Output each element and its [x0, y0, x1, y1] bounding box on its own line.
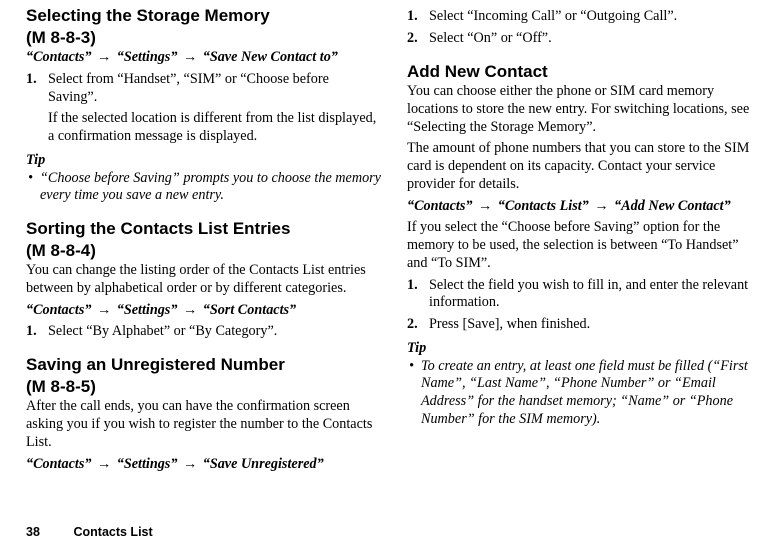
sorting-breadcrumb: “Contacts” → “Settings” → “Sort Contacts…: [26, 302, 381, 320]
step-text: Select the field you wish to fill in, an…: [429, 277, 748, 311]
list-item: “Choose before Saving” prompts you to ch…: [40, 170, 381, 206]
arrow-icon: →: [181, 302, 199, 318]
step-text: Press [Save], when finished.: [429, 316, 590, 332]
breadcrumb-part: “Sort Contacts”: [203, 302, 296, 318]
storage-step1-subtext: If the selected location is different fr…: [48, 110, 381, 146]
sorting-steps: 1. Select “By Alphabet” or “By Category”…: [26, 323, 381, 341]
left-column: Selecting the Storage Memory (M 8-8-3) “…: [26, 6, 381, 477]
addnew-title: Add New Contact: [407, 62, 762, 82]
list-item: 1. Select “By Alphabet” or “By Category”…: [48, 323, 381, 341]
addnew-tip-label: Tip: [407, 340, 762, 358]
page-number: 38: [26, 525, 70, 539]
breadcrumb-part: “Contacts”: [26, 49, 91, 65]
breadcrumb-part: “Settings”: [117, 49, 178, 65]
breadcrumb-part: “Settings”: [117, 456, 178, 472]
breadcrumb-part: “Save Unregistered”: [203, 456, 324, 472]
breadcrumb-part: “Add New Contact”: [614, 198, 731, 214]
footer-section: Contacts List: [73, 525, 152, 539]
arrow-icon: →: [181, 49, 199, 65]
sorting-title: Sorting the Contacts List Entries: [26, 219, 381, 239]
saving-title: Saving an Unregistered Number: [26, 355, 381, 375]
list-item: 1. Select from “Handset”, “SIM” or “Choo…: [48, 71, 381, 107]
breadcrumb-part: “Save New Contact to”: [203, 49, 338, 65]
sorting-mcode: (M 8-8-4): [26, 241, 381, 261]
arrow-icon: →: [95, 302, 113, 318]
step-number: 1.: [26, 323, 37, 341]
list-item: 1. Select the field you wish to fill in,…: [429, 277, 762, 313]
storage-tip-label: Tip: [26, 152, 381, 170]
storage-title: Selecting the Storage Memory: [26, 6, 381, 26]
storage-tip-list: “Choose before Saving” prompts you to ch…: [26, 170, 381, 206]
step-number: 1.: [407, 8, 418, 26]
calls-steps: 1. Select “Incoming Call” or “Outgoing C…: [407, 8, 762, 48]
step-number: 1.: [407, 277, 418, 295]
arrow-icon: →: [95, 456, 113, 472]
addnew-tip-list: To create an entry, at least one field m…: [407, 358, 762, 429]
arrow-icon: →: [592, 198, 610, 214]
two-column-layout: Selecting the Storage Memory (M 8-8-3) “…: [26, 6, 762, 477]
list-item: 2. Press [Save], when finished.: [429, 316, 762, 334]
arrow-icon: →: [181, 456, 199, 472]
list-item: 1. Select “Incoming Call” or “Outgoing C…: [429, 8, 762, 26]
arrow-icon: →: [95, 49, 113, 65]
step-number: 1.: [26, 71, 37, 89]
storage-steps: 1. Select from “Handset”, “SIM” or “Choo…: [26, 71, 381, 107]
addnew-intro3: If you select the “Choose before Saving”…: [407, 219, 762, 272]
page: Selecting the Storage Memory (M 8-8-3) “…: [0, 0, 782, 549]
storage-mcode: (M 8-8-3): [26, 28, 381, 48]
addnew-intro2: The amount of phone numbers that you can…: [407, 140, 762, 193]
step-text: Select “By Alphabet” or “By Category”.: [48, 323, 277, 339]
addnew-steps: 1. Select the field you wish to fill in,…: [407, 277, 762, 334]
list-item: 2. Select “On” or “Off”.: [429, 30, 762, 48]
breadcrumb-part: “Settings”: [117, 302, 178, 318]
step-number: 2.: [407, 30, 418, 48]
breadcrumb-part: “Contacts”: [26, 302, 91, 318]
breadcrumb-part: “Contacts List”: [498, 198, 589, 214]
addnew-intro1: You can choose either the phone or SIM c…: [407, 83, 762, 136]
breadcrumb-part: “Contacts”: [407, 198, 472, 214]
list-item: To create an entry, at least one field m…: [421, 358, 762, 429]
addnew-breadcrumb: “Contacts” → “Contacts List” → “Add New …: [407, 198, 762, 216]
step-text: Select “Incoming Call” or “Outgoing Call…: [429, 8, 677, 24]
storage-breadcrumb: “Contacts” → “Settings” → “Save New Cont…: [26, 49, 381, 67]
arrow-icon: →: [476, 198, 494, 214]
step-text: Select “On” or “Off”.: [429, 30, 552, 46]
breadcrumb-part: “Contacts”: [26, 456, 91, 472]
step-text: Select from “Handset”, “SIM” or “Choose …: [48, 71, 329, 105]
saving-breadcrumb: “Contacts” → “Settings” → “Save Unregist…: [26, 456, 381, 474]
saving-intro: After the call ends, you can have the co…: [26, 398, 381, 451]
sorting-intro: You can change the listing order of the …: [26, 262, 381, 298]
page-footer: 38 Contacts List: [26, 525, 153, 539]
saving-mcode: (M 8-8-5): [26, 377, 381, 397]
step-number: 2.: [407, 316, 418, 334]
right-column: 1. Select “Incoming Call” or “Outgoing C…: [407, 6, 762, 477]
